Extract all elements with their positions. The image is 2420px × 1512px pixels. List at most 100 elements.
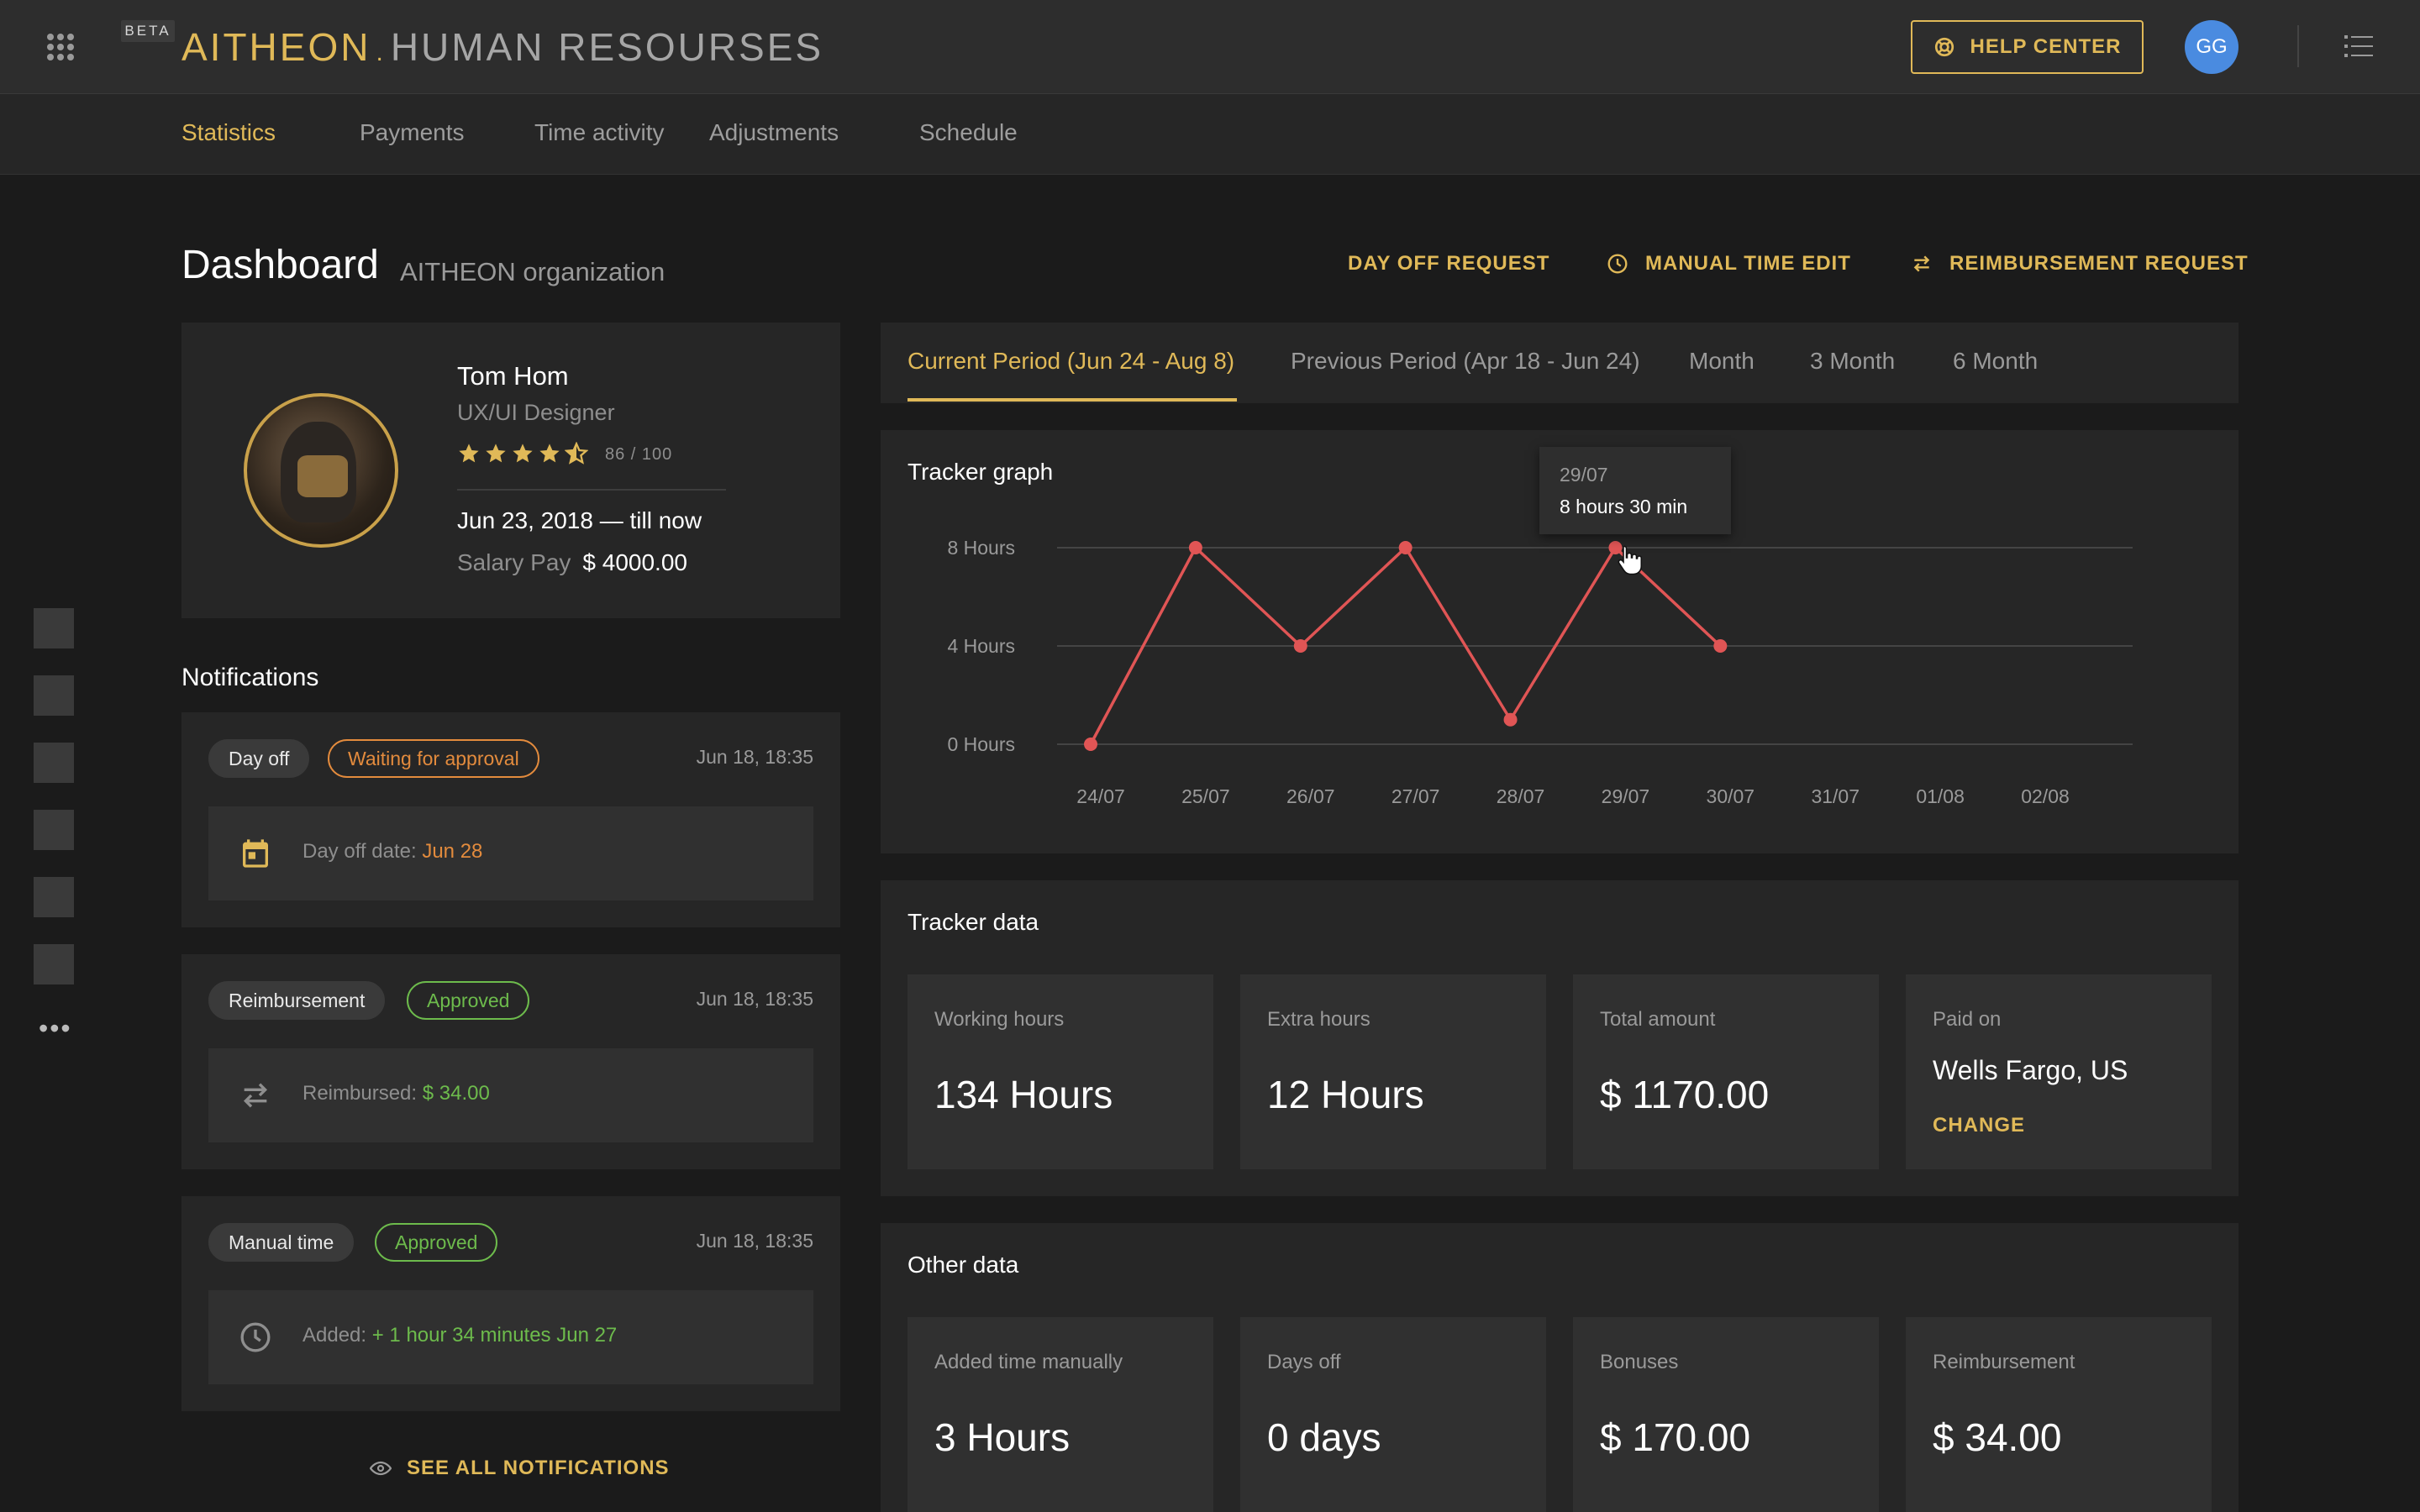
other-data-title: Other data [908,1252,1019,1278]
manual-time-edit-button[interactable]: MANUAL TIME EDIT [1607,252,1851,276]
profile-card: Tom Hom UX/UI Designer 86 / 100 Jun 23, … [182,323,840,618]
list-menu-icon[interactable] [2344,34,2373,59]
tab-month[interactable]: Month [1689,348,1754,375]
notification-item[interactable]: Day off Waiting for approval Jun 18, 18:… [182,712,840,927]
stat-value: $ 170.00 [1600,1415,1751,1459]
stat-days-off: Days off 0 days [1240,1317,1546,1512]
clock-icon [1607,254,1628,274]
stat-added-time: Added time manually 3 Hours [908,1317,1213,1512]
notification-type-chip: Manual time [208,1223,355,1262]
data-point[interactable] [1503,712,1518,727]
see-all-notifications-link[interactable]: SEE ALL NOTIFICATIONS [370,1457,670,1480]
profile-photo [244,393,398,548]
detail-label: Added: [302,1324,367,1347]
tooltip-date: 29/07 [1560,464,1608,486]
x-tick-label: 26/07 [1286,785,1335,807]
day-off-request-button[interactable]: DAY OFF REQUEST [1348,252,1549,276]
notification-status-chip: Approved [375,1223,498,1262]
x-tick-label: 28/07 [1497,785,1545,807]
data-point[interactable] [1084,738,1097,751]
hand-cursor-icon [1618,545,1642,575]
page-title: Dashboard [182,243,379,287]
data-point[interactable] [1398,541,1413,554]
nav-statistics[interactable]: Statistics [182,119,276,146]
y-tick-label: 0 Hours [947,733,1015,755]
nav-schedule[interactable]: Schedule [919,119,1018,146]
stat-label: Bonuses [1600,1351,1679,1373]
tooltip-value: 8 hours 30 min [1560,496,1688,517]
tab-previous-period[interactable]: Previous Period (Apr 18 - Jun 24) [1291,348,1640,375]
module-name: HUMAN RESOURSES [390,25,824,69]
user-avatar[interactable]: GG [2185,20,2238,74]
tab-6-month[interactable]: 6 Month [1953,348,2038,375]
swap-arrows-icon [1913,255,1930,272]
swap-arrows-icon [243,1083,268,1108]
y-tick-label: 4 Hours [947,635,1015,657]
rail-item[interactable] [34,608,74,648]
top-bar: BETA AITHEON. HUMAN RESOURSES HELP CENTER… [0,0,2420,94]
manual-time-edit-label: MANUAL TIME EDIT [1645,252,1851,275]
star-icon [513,444,533,463]
notification-item[interactable]: Reimbursement Approved Jun 18, 18:35 Rei… [182,954,840,1169]
detail-value: $ 34.00 [422,1082,490,1105]
data-point[interactable] [1188,541,1202,554]
stat-label: Total amount [1600,1008,1716,1031]
notifications-title: Notifications [182,664,319,691]
star-icon [486,444,506,463]
x-tick-label: 27/07 [1392,785,1440,807]
tab-current-period[interactable]: Current Period (Jun 24 - Aug 8) [908,348,1234,375]
stat-label: Extra hours [1267,1008,1370,1031]
chart-tooltip: 29/07 8 hours 30 min [1539,447,1731,534]
stat-value: $ 34.00 [1933,1415,2062,1459]
detail-label: Day off date: [302,840,417,863]
clock-icon [240,1322,271,1352]
notification-type-chip: Day off [208,739,310,778]
day-off-request-label: DAY OFF REQUEST [1348,252,1550,275]
stat-value: $ 1170.00 [1600,1073,1770,1116]
notification-date: Jun 18, 18:35 [696,746,813,768]
stat-reimbursement: Reimbursement $ 34.00 [1906,1317,2212,1512]
x-tick-label: 25/07 [1181,785,1230,807]
stat-label: Paid on [1933,1008,2002,1031]
x-tick-label: 31/07 [1811,785,1860,807]
profile-name: Tom Hom [457,361,569,391]
nav-adjustments[interactable]: Adjustments [709,119,839,146]
x-tick-label: 01/08 [1916,785,1965,807]
rail-item[interactable] [34,877,74,917]
stat-label: Reimbursement [1933,1351,2075,1373]
rail-item[interactable] [34,944,74,984]
app-logo[interactable]: AITHEON. HUMAN RESOURSES [182,25,823,69]
help-center-label: HELP CENTER [1970,35,2122,58]
stat-value: 12 Hours [1267,1073,1424,1116]
more-dots-icon[interactable]: ••• [39,1015,72,1042]
help-center-button[interactable]: HELP CENTER [1911,20,2144,74]
data-point[interactable] [1293,639,1307,653]
change-payment-button[interactable]: CHANGE [1933,1114,2025,1137]
star-icon [459,444,479,463]
stat-extra-hours: Extra hours 12 Hours [1240,974,1546,1169]
rail-item[interactable] [34,810,74,850]
notification-detail: Added: + 1 hour 34 minutes Jun 27 [208,1290,813,1384]
half-star-icon [565,442,588,465]
notification-detail: Day off date: Jun 28 [208,806,813,900]
rail-item[interactable] [34,675,74,716]
nav-payments[interactable]: Payments [360,119,465,146]
page-subtitle: AITHEON organization [400,257,666,286]
other-data-card: Other data Added time manually 3 Hours D… [881,1223,2238,1512]
reimbursement-request-button[interactable]: REIMBURSEMENT REQUEST [1911,252,2249,276]
period-tabs: Current Period (Jun 24 - Aug 8) Previous… [881,323,2238,403]
eye-icon [370,1461,392,1476]
brand-name: AITHEON [182,25,371,69]
tab-3-month[interactable]: 3 Month [1810,348,1895,375]
rail-item[interactable] [34,743,74,783]
main-nav: Statistics Payments Time activity Adjust… [0,94,2420,175]
notification-item[interactable]: Manual time Approved Jun 18, 18:35 Added… [182,1196,840,1411]
salary-row: Salary Pay $ 4000.00 [457,549,687,576]
notification-detail: Reimbursed: $ 34.00 [208,1048,813,1142]
apps-grid-icon[interactable] [47,34,74,60]
nav-time-activity[interactable]: Time activity [534,119,665,146]
star-icon [539,444,560,463]
data-point[interactable] [1713,639,1728,653]
stat-value: 0 days [1267,1415,1381,1459]
y-tick-label: 8 Hours [947,537,1015,559]
